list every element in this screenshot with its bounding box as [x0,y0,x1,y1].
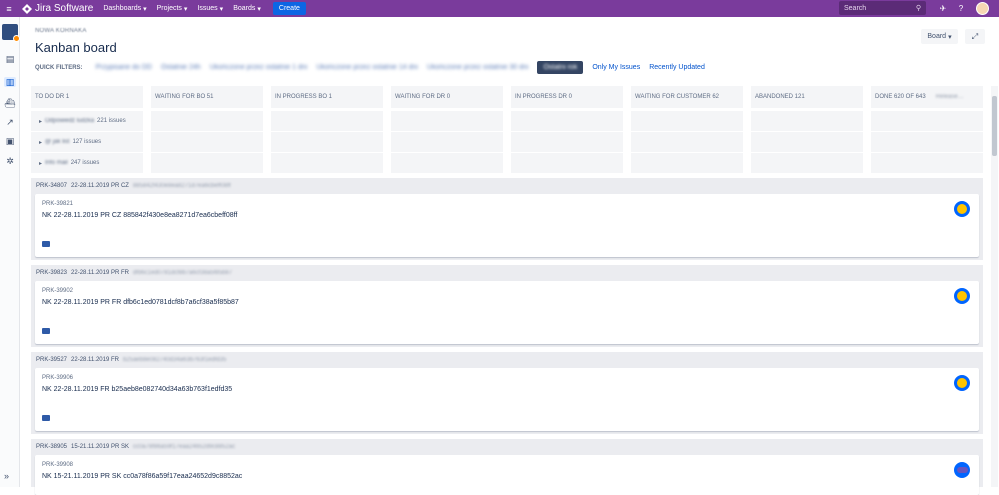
top-navigation: ≡ Jira Software Dashboards ▾ Projects ▾ Is… [0,0,999,17]
jira-logo[interactable]: Jira Software [22,3,93,14]
project-badge-icon [13,35,20,42]
backlog-icon[interactable]: ▤ [4,54,16,64]
chevron-down-icon: ▾ [219,5,224,13]
menu-dashboards[interactable]: Dashboards ▾ [103,5,146,13]
column-header: DONE 620 OF 643 Release… [871,86,983,108]
parent-issue-key[interactable]: PRK-34807 [36,183,67,189]
menu-issues[interactable]: Issues ▾ [197,5,223,13]
quick-filters: QUICK FILTERS: Przypisane do DD Ostatnie… [35,61,705,74]
parent-issue-group: PRK-38905 15-21.11.2019 PR SK cc0a78f86a59… [31,439,983,495]
parent-issue-group: PRK-39823 22-28.11.2019 PR FR dfb6c1ed0781… [31,265,983,347]
quick-filter[interactable]: Ukończone przez ostatnie 14 dni [316,64,418,71]
issue-summary: NK 15-21.11.2019 PR SK cc0a78f86a59f17ea… [42,473,243,480]
brand-name: Jira Software [35,3,94,14]
issue-key[interactable]: PRK-39906 [42,375,73,381]
collapse-sidebar-icon[interactable]: » [4,471,9,481]
chevron-down-icon: ▾ [948,33,952,41]
user-avatar[interactable] [976,2,989,15]
notifications-icon[interactable]: ✈ [938,3,948,13]
chevron-down-icon: ▾ [257,5,261,13]
quick-filter[interactable]: Przypisane do DD [96,64,152,71]
email-request-icon [42,328,50,334]
quick-filter[interactable]: Ukończone przez ostatnie 1 dni [210,64,308,71]
assignee-avatar[interactable] [954,288,970,304]
column-header: IN PROGRESS BO 1 [271,86,383,108]
email-request-icon [42,241,50,247]
assignee-avatar[interactable] [954,375,970,391]
expand-chevron-icon[interactable]: ▸ [39,118,42,125]
help-icon[interactable]: ? [956,3,966,13]
parent-issue-key[interactable]: PRK-38905 [36,444,67,450]
column-header: TO DO DR 1 [31,86,143,108]
chevron-down-icon: ▾ [183,5,188,13]
parent-issue-key[interactable]: PRK-39527 [36,357,67,363]
column-header: ABANDONED 121 [751,86,863,108]
swimlane[interactable]: ▸ @ jak list 127 issues [31,132,983,152]
issue-key[interactable]: PRK-39908 [42,462,73,468]
column-header: IN PROGRESS DR 0 [511,86,623,108]
assignee-avatar[interactable] [954,201,970,217]
expand-chevron-icon[interactable]: ▸ [39,160,42,167]
assignee-avatar[interactable] [954,462,970,478]
create-button[interactable]: Create [272,2,306,15]
releases-icon[interactable]: ⛴ [4,98,16,108]
issue-card[interactable]: PRK-39906 NK 22-28.11.2019 FR b25aeb8e08… [35,368,979,431]
board-icon[interactable]: ▥ [4,77,16,87]
quick-filter[interactable]: Ostatnie 24h [161,64,201,71]
project-sidebar: ▤ ▥ ⛴ ↗ ▣ ✲ » [0,17,20,487]
quick-filters-label: QUICK FILTERS: [35,64,83,71]
issue-summary: NK 22-28.11.2019 FR b25aeb8e082740d34a63… [42,386,233,393]
quick-filter[interactable]: Ukończone przez ostatnie 30 dni [427,64,529,71]
only-my-issues-filter[interactable]: Only My Issues [592,64,640,71]
menu-projects[interactable]: Projects ▾ [157,5,188,13]
parent-issue-group: PRK-39527 22-28.11.2019 FR b25aeb8e082740d… [31,352,983,434]
column-header: WAITING FOR BO 51 [151,86,263,108]
expand-chevron-icon[interactable]: ▸ [39,139,42,146]
search-input[interactable]: Search ⚲ [839,1,926,15]
issues-icon[interactable]: ▣ [4,136,16,146]
app-switcher-icon[interactable]: ≡ [0,4,18,14]
chevron-down-icon: ▾ [143,5,147,13]
reports-icon[interactable]: ↗ [4,117,16,127]
issue-card[interactable]: PRK-39902 NK 22-28.11.2019 PR FR dfb6c1e… [35,281,979,344]
swimlane[interactable]: ▸ Odpowiedź ludzka 221 issues [31,111,983,131]
expand-icon: ⤢ [971,31,979,41]
release-link[interactable]: Release… [936,94,964,100]
swimlane[interactable]: ▸ Info mail 247 issues [31,153,983,173]
breadcrumb[interactable]: NOWA KORNAKA [35,28,87,34]
quick-filter-active[interactable]: Ostatni rok [537,61,584,74]
jira-logo-icon [22,3,32,14]
parent-issue-group: PRK-34807 22-28.11.2019 PR CZ 885842f430e8… [31,178,983,260]
column-header: WAITING FOR CUSTOMER 62 [631,86,743,108]
parent-issue-key[interactable]: PRK-39823 [36,270,67,276]
page-title: Kanban board [35,40,117,55]
recently-updated-filter[interactable]: Recently Updated [649,64,705,71]
search-icon: ⚲ [915,5,921,12]
issue-key[interactable]: PRK-39821 [42,201,73,207]
issue-card[interactable]: PRK-39908 NK 15-21.11.2019 PR SK cc0a78f… [35,455,979,495]
column-header: WAITING FOR DR 0 [391,86,503,108]
issue-summary: NK 22-28.11.2019 PR FR dfb6c1ed0781dcf8b… [42,299,239,306]
column-headers: TO DO DR 1 WAITING FOR BO 51 IN PROGRESS… [31,86,983,108]
scrollbar-thumb[interactable] [992,96,997,156]
issue-card[interactable]: PRK-39821 NK 22-28.11.2019 PR CZ 885842f… [35,194,979,257]
board-scrollbar[interactable] [991,86,998,487]
add-ons-icon[interactable]: ✲ [4,156,16,166]
menu-boards[interactable]: Boards ▾ [233,5,261,13]
issue-summary: NK 22-28.11.2019 PR CZ 885842f430e8ea827… [42,212,238,219]
fullscreen-button[interactable]: ⤢ [965,29,985,44]
board-menu-button[interactable]: Board ▾ [921,29,958,44]
project-avatar[interactable] [2,24,20,42]
issue-key[interactable]: PRK-39902 [42,288,73,294]
email-request-icon [42,415,50,421]
